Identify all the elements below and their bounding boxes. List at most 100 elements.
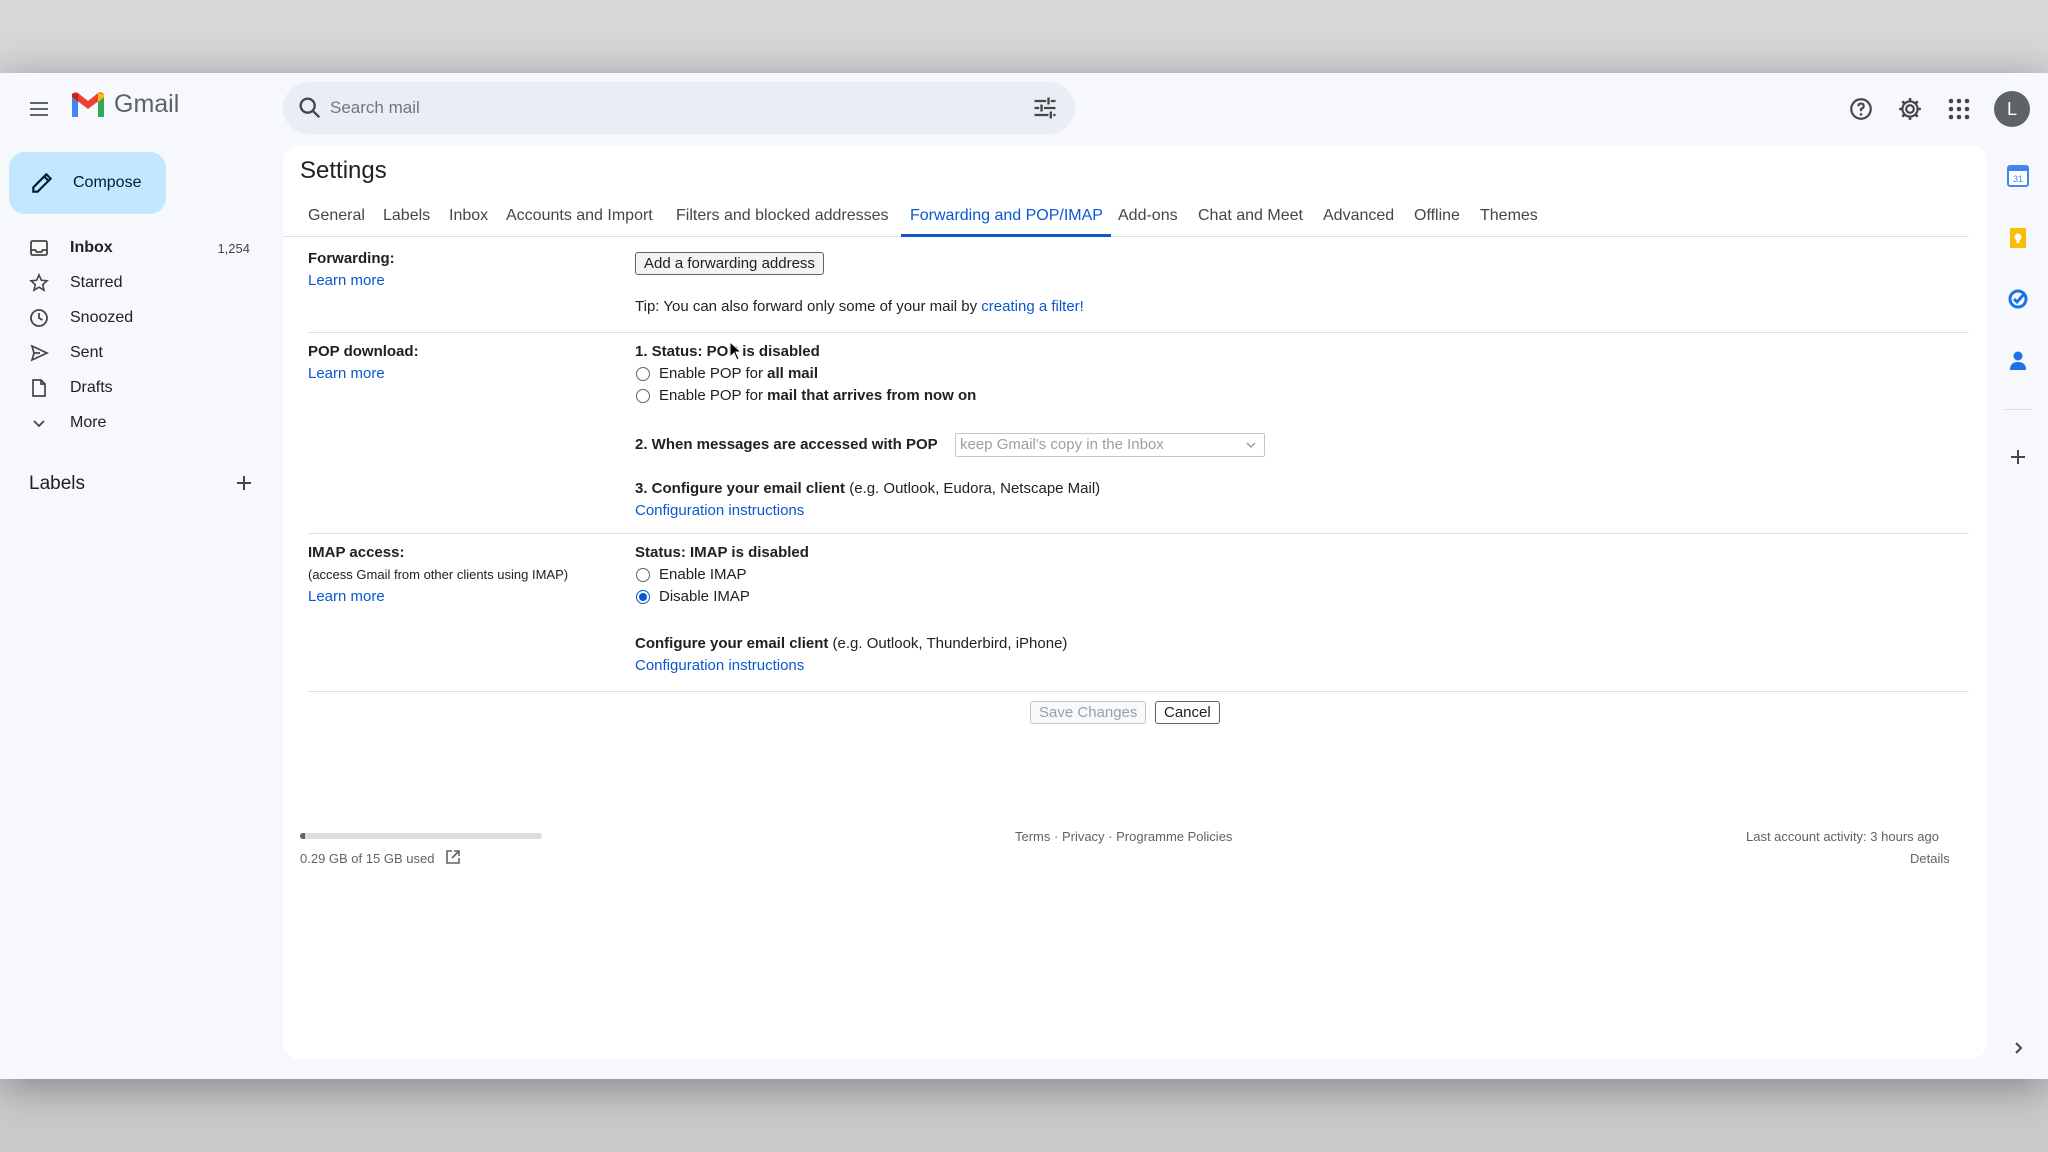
settings-button[interactable]: [1892, 91, 1928, 127]
section-divider: [308, 533, 1969, 534]
tab-general[interactable]: General: [308, 207, 365, 225]
cancel-button[interactable]: Cancel: [1155, 701, 1220, 724]
keep-icon: [2010, 228, 2026, 248]
tab-filters[interactable]: Filters and blocked addresses: [676, 207, 889, 225]
disable-imap-radio[interactable]: [636, 590, 650, 604]
tab-advanced[interactable]: Advanced: [1323, 207, 1394, 225]
gmail-window: Gmail L Compose Inbox 1,254 Starr: [0, 73, 2048, 1079]
forwarding-tip: Tip: You can also forward only some of y…: [635, 298, 1084, 315]
google-apps-button[interactable]: [1941, 91, 1977, 127]
pop-all-mail-radio[interactable]: [636, 367, 650, 381]
calendar-icon: 31: [2007, 165, 2029, 187]
pop-option-prefix: Enable POP for: [659, 365, 768, 382]
sidebar-item-label: Snoozed: [70, 309, 134, 326]
pop-step-2-label: 2. When messages are accessed with POP: [635, 436, 938, 453]
compose-button[interactable]: Compose: [9, 152, 166, 214]
pop-new-mail-radio[interactable]: [636, 389, 650, 403]
contacts-icon: [2010, 351, 2026, 370]
tab-offline[interactable]: Offline: [1414, 207, 1460, 225]
sidebar-item-label: More: [70, 414, 107, 431]
forwarding-learn-more-link[interactable]: Learn more: [308, 272, 385, 289]
inbox-icon: [28, 237, 50, 259]
plus-icon: [237, 476, 251, 490]
pop-option-emphasis: mail that arrives from now on: [767, 387, 977, 404]
tab-inbox[interactable]: Inbox: [449, 207, 488, 225]
pop-step-3-label: 3. Configure your email client: [635, 480, 846, 497]
main-menu-button[interactable]: [23, 93, 55, 125]
chevron-right-icon: [2015, 1042, 2023, 1054]
sidebar-item-sent[interactable]: Sent: [0, 336, 270, 370]
tasks-app-button[interactable]: [2005, 286, 2031, 312]
page-title: Settings: [300, 157, 387, 184]
sidebar-item-label: Starred: [70, 274, 123, 291]
imap-config-instructions-link[interactable]: Configuration instructions: [635, 657, 804, 674]
disable-imap-label[interactable]: Disable IMAP: [659, 588, 750, 605]
settings-panel: Settings General Labels Inbox Accounts a…: [283, 145, 1987, 1059]
sidebar-item-more[interactable]: More: [0, 406, 270, 440]
sidebar-item-starred[interactable]: Starred: [0, 266, 270, 300]
storage-usage-text: 0.29 GB of 15 GB used: [300, 851, 435, 866]
tab-forwarding-pop-imap[interactable]: Forwarding and POP/IMAP: [910, 207, 1103, 225]
help-icon: [1850, 98, 1872, 120]
tab-add-ons[interactable]: Add-ons: [1118, 207, 1178, 225]
pop-step-3: 3. Configure your email client (e.g. Out…: [635, 480, 1100, 497]
enable-imap-label[interactable]: Enable IMAP: [659, 566, 747, 583]
keep-app-button[interactable]: [2005, 225, 2031, 251]
compose-label: Compose: [73, 174, 142, 191]
pop-learn-more-link[interactable]: Learn more: [308, 365, 385, 382]
search-input[interactable]: [330, 92, 970, 124]
pop-all-mail-label[interactable]: Enable POP for all mail: [659, 365, 818, 382]
footer-links[interactable]: Terms · Privacy · Programme Policies: [1015, 829, 1232, 844]
show-side-panel-button[interactable]: [2005, 1035, 2031, 1061]
enable-imap-radio[interactable]: [636, 568, 650, 582]
calendar-app-button[interactable]: 31: [2005, 163, 2031, 189]
imap-configure: Configure your email client (e.g. Outloo…: [635, 635, 1067, 652]
tab-accounts-and-import[interactable]: Accounts and Import: [506, 207, 653, 225]
tab-themes[interactable]: Themes: [1480, 207, 1538, 225]
tab-labels[interactable]: Labels: [383, 207, 430, 225]
tab-chat-and-meet[interactable]: Chat and Meet: [1198, 207, 1303, 225]
imap-configure-label: Configure your email client: [635, 635, 829, 652]
hamburger-icon: [30, 102, 48, 116]
create-filter-link[interactable]: creating a filter!: [981, 298, 1084, 315]
sidebar-item-drafts[interactable]: Drafts: [0, 371, 270, 405]
pop-step-3-examples: (e.g. Outlook, Eudora, Netscape Mail): [845, 480, 1101, 497]
search-options-icon[interactable]: [1031, 94, 1059, 122]
star-icon: [28, 272, 50, 294]
contacts-app-button[interactable]: [2005, 348, 2031, 374]
support-button[interactable]: [1843, 91, 1879, 127]
send-icon: [28, 342, 50, 364]
pop-action-select[interactable]: keep Gmail's copy in the Inbox: [955, 433, 1265, 457]
chevron-down-icon: [28, 412, 50, 434]
sidebar-item-inbox[interactable]: Inbox 1,254: [0, 231, 270, 265]
labels-heading: Labels: [29, 473, 85, 494]
pop-status: 1. Status: POP is disabled: [635, 343, 820, 360]
section-divider: [308, 332, 1969, 333]
draft-icon: [28, 377, 50, 399]
inbox-count: 1,254: [217, 240, 250, 256]
add-forwarding-address-button[interactable]: Add a forwarding address: [635, 252, 824, 275]
pop-new-mail-label[interactable]: Enable POP for mail that arrives from no…: [659, 387, 976, 404]
forwarding-label: Forwarding:: [308, 250, 395, 267]
imap-configure-examples: (e.g. Outlook, Thunderbird, iPhone): [828, 635, 1068, 652]
open-external-icon[interactable]: [444, 848, 462, 866]
pop-config-instructions-link[interactable]: Configuration instructions: [635, 502, 804, 519]
active-tab-indicator: [901, 234, 1111, 237]
search-bar[interactable]: [283, 82, 1075, 134]
forwarding-tip-text: Tip: You can also forward only some of y…: [635, 298, 982, 315]
create-label-button[interactable]: [232, 471, 256, 495]
pencil-icon: [32, 172, 53, 193]
search-icon[interactable]: [296, 94, 324, 122]
sidebar-item-snoozed[interactable]: Snoozed: [0, 301, 270, 335]
clock-icon: [28, 307, 50, 329]
sidebar-item-label: Drafts: [70, 379, 113, 396]
save-changes-button[interactable]: Save Changes: [1030, 701, 1147, 724]
section-divider: [308, 691, 1969, 692]
gmail-logo[interactable]: Gmail: [70, 90, 179, 119]
account-avatar[interactable]: L: [1994, 91, 2030, 127]
svg-text:31: 31: [2013, 174, 2023, 184]
activity-details-link[interactable]: Details: [1910, 851, 1950, 866]
get-add-ons-button[interactable]: [2005, 444, 2031, 470]
plus-icon: [2011, 450, 2025, 464]
imap-learn-more-link[interactable]: Learn more: [308, 588, 385, 605]
